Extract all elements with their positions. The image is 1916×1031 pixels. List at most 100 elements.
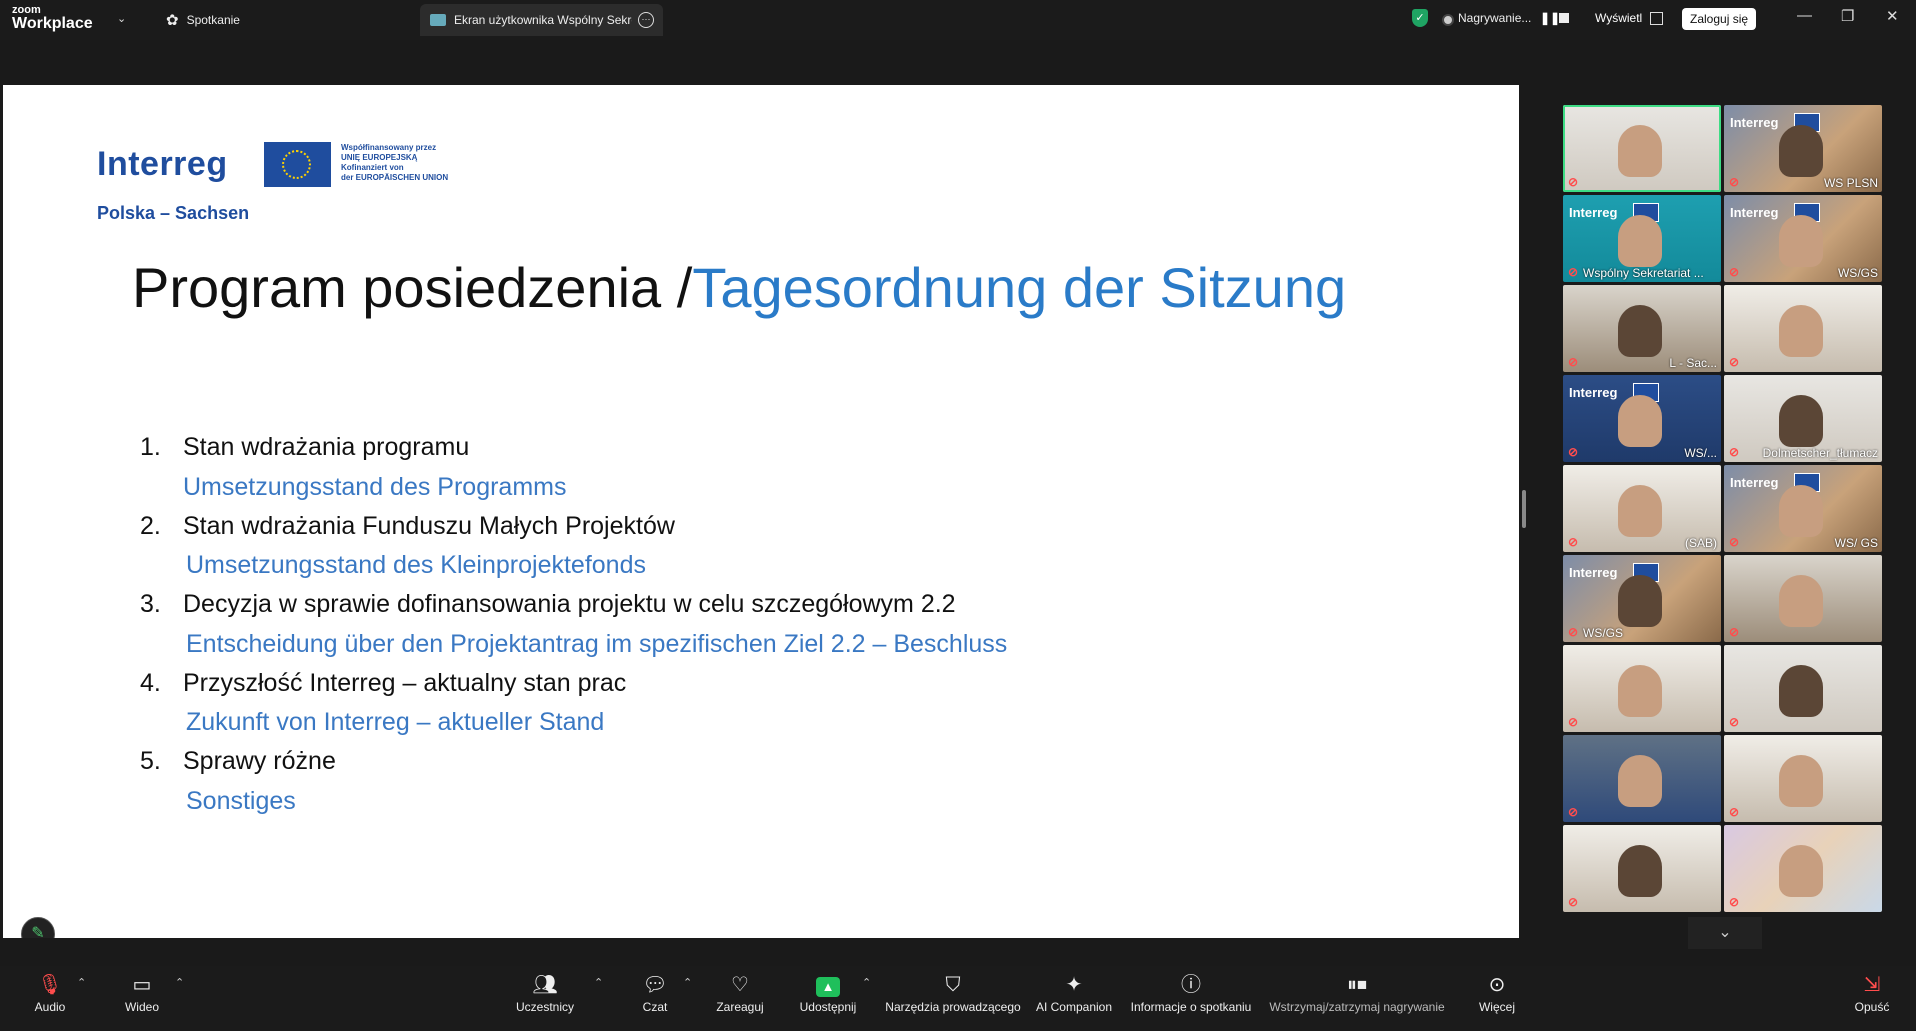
participant-video bbox=[1618, 125, 1662, 177]
participant-tile[interactable]: Interreg ⊘ Wspólny Sekretariat ... bbox=[1563, 195, 1721, 282]
mic-muted-icon: ⊘ bbox=[1568, 805, 1579, 819]
participant-tile[interactable]: ⊘ bbox=[1563, 825, 1721, 912]
interreg-logo: Interreg bbox=[1730, 475, 1779, 490]
participant-name: WS PLSN bbox=[1823, 176, 1878, 190]
share-button[interactable]: ▲ Udostępnij bbox=[796, 970, 860, 1014]
view-menu[interactable]: Wyświetl bbox=[1595, 11, 1642, 25]
audio-label: Audio bbox=[34, 1000, 66, 1014]
pause-recording-icon[interactable]: ❚❚ bbox=[1540, 11, 1560, 25]
recording-label: Nagrywanie... bbox=[1458, 11, 1532, 25]
participant-tile[interactable]: ⊘ Dolmetscher_tłumacz bbox=[1724, 375, 1882, 462]
annotate-pen-icon[interactable]: ✎ bbox=[21, 917, 55, 938]
agenda-item-pl: Przyszłość Interreg – aktualny stan prac bbox=[183, 669, 627, 697]
mic-muted-icon: ⊘ bbox=[1729, 895, 1740, 909]
chat-options-chevron-icon[interactable]: ⌃ bbox=[683, 976, 692, 989]
eu-text-line: der EUROPÄISCHEN UNION bbox=[341, 173, 449, 182]
brand-menu-chevron-icon[interactable]: ⌄ bbox=[117, 12, 126, 25]
mic-muted-icon: ⊘ bbox=[1729, 625, 1740, 639]
agenda-number: 5. bbox=[140, 747, 161, 775]
gallery-scroll-down-icon[interactable]: ⌄ bbox=[1688, 917, 1762, 949]
tab-shared-screen[interactable]: Ekran użytkownika Wspólny Sekretariat ··… bbox=[420, 4, 663, 36]
participant-tile[interactable]: ⊘ bbox=[1563, 105, 1721, 192]
login-button[interactable]: Zaloguj się bbox=[1682, 8, 1757, 30]
participants-button[interactable]: 👥︎ Uczestnicy bbox=[512, 970, 578, 1014]
participant-tile[interactable]: Interreg ⊘ WS PLSN bbox=[1724, 105, 1882, 192]
participant-tile[interactable]: ⊘ bbox=[1724, 825, 1882, 912]
eu-flag-icon bbox=[264, 142, 331, 187]
participant-tile[interactable]: ⊘ bbox=[1724, 555, 1882, 642]
eu-text-line: UNIĘ EUROPEJSKĄ bbox=[341, 153, 418, 162]
host-tools-button[interactable]: ⛉ Narzędzia prowadzącego bbox=[885, 970, 1021, 1014]
participant-name: Dolmetscher_tłumacz bbox=[1762, 446, 1878, 460]
interreg-logo: Interreg bbox=[1569, 205, 1618, 220]
participant-tile[interactable]: ⊘ bbox=[1563, 645, 1721, 732]
panel-resize-handle[interactable] bbox=[1522, 490, 1526, 528]
close-icon[interactable]: ✕ bbox=[1886, 7, 1899, 25]
restore-icon[interactable]: ❐ bbox=[1841, 7, 1854, 25]
share-options-chevron-icon[interactable]: ⌃ bbox=[862, 976, 871, 989]
more-options-icon[interactable]: ··· bbox=[638, 12, 654, 28]
audio-button[interactable]: 🎙︎ Audio bbox=[30, 970, 70, 1014]
recording-control-label: Wstrzymaj/zatrzymaj nagrywanie bbox=[1269, 1000, 1445, 1014]
participant-tile[interactable]: ⊘ bbox=[1724, 645, 1882, 732]
mic-muted-icon: ⊘ bbox=[1568, 895, 1579, 909]
interreg-logo: Interreg bbox=[1730, 115, 1779, 130]
participant-tile[interactable]: Interreg ⊘ WS/GS bbox=[1724, 195, 1882, 282]
mic-muted-icon: ⊘ bbox=[1729, 175, 1740, 189]
participant-name: WS/GS bbox=[1583, 626, 1624, 640]
react-button[interactable]: ♡ Zareaguj bbox=[712, 970, 768, 1014]
participant-name: WS/GS bbox=[1837, 266, 1878, 280]
eu-cofinancing-text: Współfinansowany przez UNIĘ EUROPEJSKĄ K… bbox=[341, 143, 448, 183]
camera-icon: ▭ bbox=[132, 974, 152, 996]
participant-tile[interactable]: ⊘ bbox=[1563, 735, 1721, 822]
mic-muted-icon: ⊘ bbox=[1729, 535, 1740, 549]
more-label: Więcej bbox=[1478, 1000, 1515, 1014]
participants-options-chevron-icon[interactable]: ⌃ bbox=[594, 976, 603, 989]
participants-label: Uczestnicy bbox=[515, 1000, 574, 1014]
video-button[interactable]: ▭ Wideo bbox=[120, 970, 164, 1014]
agenda-item-de: Umsetzungsstand des Programms bbox=[183, 473, 567, 501]
participant-tile[interactable]: Interreg ⊘ WS/... bbox=[1563, 375, 1721, 462]
shared-screen-thumb-icon bbox=[430, 14, 446, 26]
agenda-number: 2. bbox=[140, 512, 161, 540]
view-grid-icon[interactable] bbox=[1650, 12, 1663, 25]
meeting-info-button[interactable]: ⓘ Informacje o spotkaniu bbox=[1128, 970, 1254, 1014]
host-shield-icon: ⛉ bbox=[945, 974, 961, 996]
participant-tile[interactable]: Interreg ⊘ WS/GS bbox=[1563, 555, 1721, 642]
participant-video bbox=[1779, 845, 1823, 897]
participant-video bbox=[1618, 575, 1662, 627]
participant-tile[interactable]: ⊘ bbox=[1724, 735, 1882, 822]
audio-options-chevron-icon[interactable]: ⌃ bbox=[77, 976, 86, 989]
mic-muted-icon: ⊘ bbox=[1568, 355, 1579, 369]
meeting-toolbar: 🎙︎ Audio ⌃ ▭ Wideo ⌃ 👥︎ Uczestnicy ⌃ 💬︎ … bbox=[0, 966, 1916, 1031]
mic-muted-icon: ⊘ bbox=[1568, 535, 1579, 549]
security-shield-icon[interactable]: ✓ bbox=[1412, 9, 1428, 27]
tab-share-label: Ekran użytkownika Wspólny Sekretariat bbox=[454, 13, 632, 27]
recording-dot-icon bbox=[1442, 14, 1454, 26]
recording-control-button[interactable]: ⏸⏹ Wstrzymaj/zatrzymaj nagrywanie bbox=[1266, 970, 1448, 1014]
video-options-chevron-icon[interactable]: ⌃ bbox=[175, 976, 184, 989]
eu-text-line: Współfinansowany przez bbox=[341, 143, 437, 152]
eu-text-line: Kofinanziert von bbox=[341, 163, 404, 172]
chat-button[interactable]: 💬︎ Czat bbox=[636, 970, 674, 1014]
participant-tile[interactable]: Interreg ⊘ WS/ GS bbox=[1724, 465, 1882, 552]
participant-tile[interactable]: ⊘ bbox=[1724, 285, 1882, 372]
minimize-icon[interactable]: — bbox=[1797, 7, 1812, 24]
tab-meeting[interactable]: ✿ Spotkanie bbox=[166, 4, 240, 36]
participant-tile[interactable]: ⊘ (SAB) bbox=[1563, 465, 1721, 552]
video-label: Wideo bbox=[124, 1000, 159, 1014]
info-icon: ⓘ bbox=[1181, 974, 1201, 996]
agenda-item-pl: Sprawy różne bbox=[183, 747, 336, 775]
ai-companion-button[interactable]: ✦ AI Companion bbox=[1033, 970, 1115, 1014]
leave-button[interactable]: ⇲ Opuść bbox=[1852, 970, 1892, 1014]
program-subtitle: Polska – Sachsen bbox=[97, 203, 250, 223]
mic-muted-icon: ⊘ bbox=[1729, 715, 1740, 729]
more-button[interactable]: ⊙ Więcej bbox=[1474, 970, 1520, 1014]
participants-icon: 👥︎ bbox=[532, 974, 558, 996]
participant-video bbox=[1779, 125, 1823, 177]
participant-tile[interactable]: ⊘ L - Sac... bbox=[1563, 285, 1721, 372]
agenda-item-de: Entscheidung über den Projektantrag im s… bbox=[186, 630, 1008, 658]
participant-video bbox=[1618, 305, 1662, 357]
stop-recording-icon[interactable] bbox=[1559, 13, 1569, 23]
pause-stop-icon: ⏸⏹ bbox=[1347, 974, 1367, 996]
